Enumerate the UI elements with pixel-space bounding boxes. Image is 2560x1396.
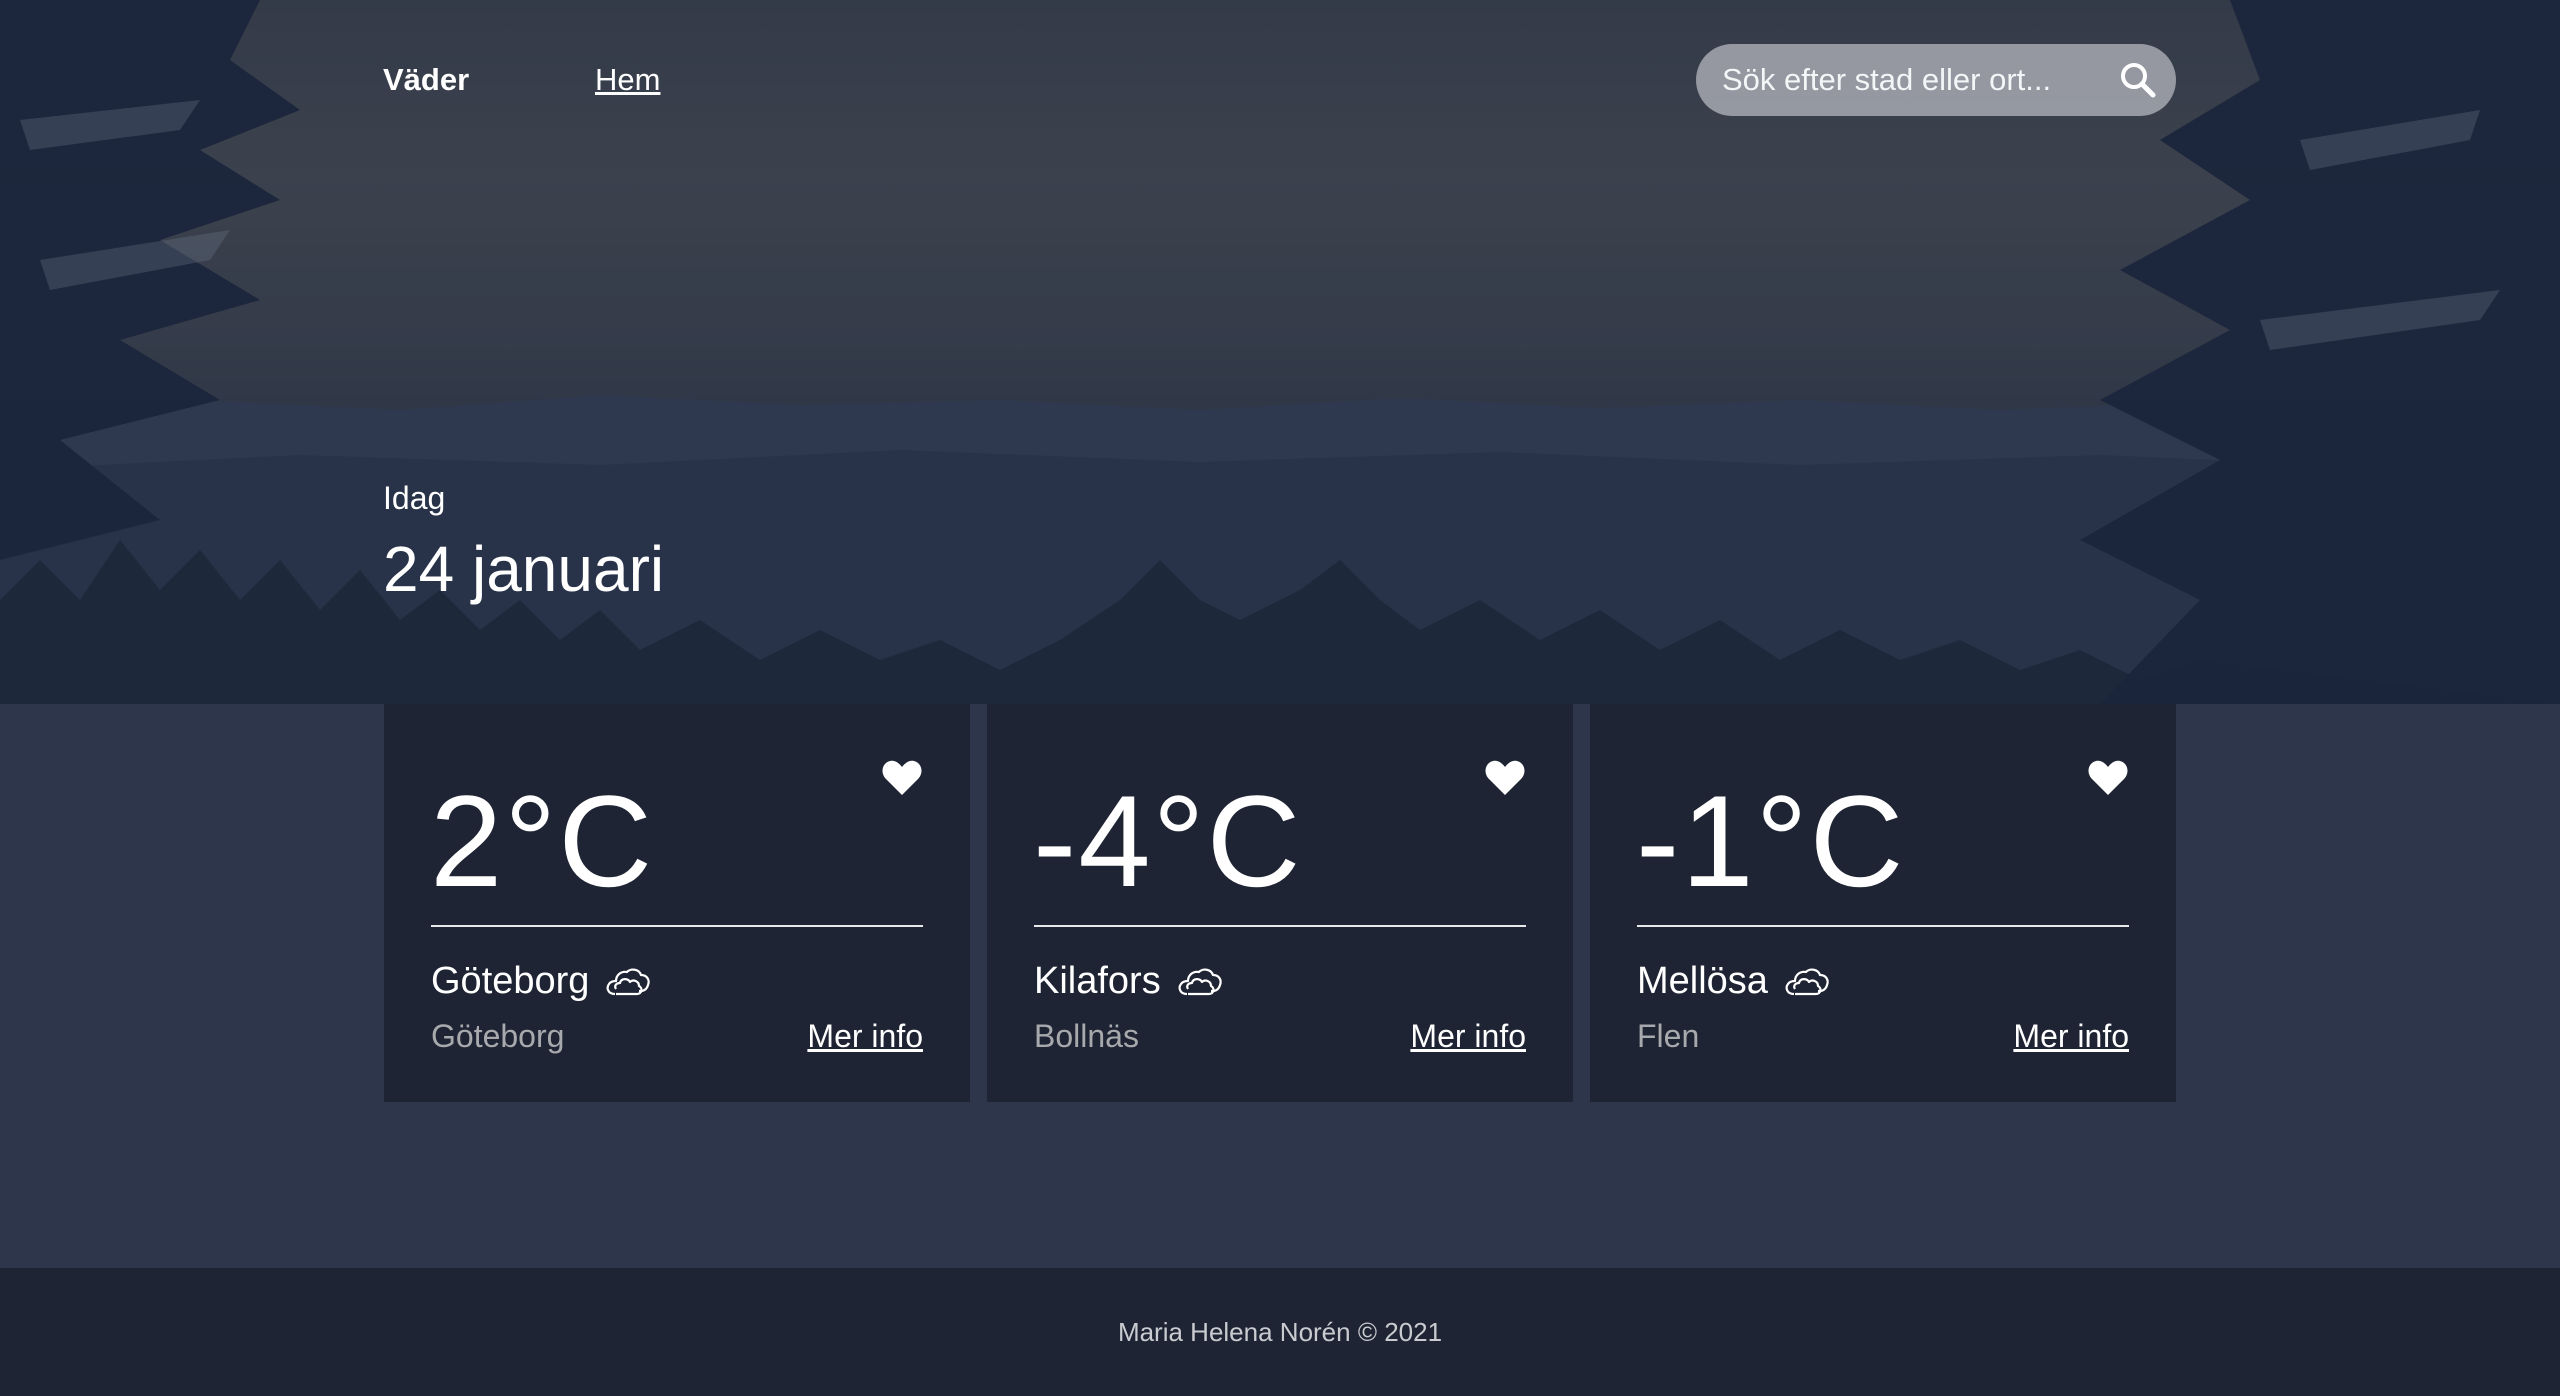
copyright-text: Maria Helena Norén © 2021 <box>1117 1316 1443 1347</box>
more-info-link[interactable]: Mer info <box>807 1018 923 1055</box>
nav-home-link[interactable]: Hem <box>595 62 660 98</box>
heart-icon <box>2088 760 2128 795</box>
hero-banner: Väder Hem Idag 24 januari <box>0 0 2560 704</box>
search-icon <box>2121 63 2156 98</box>
more-info-link[interactable]: Mer info <box>1410 1018 1526 1055</box>
city-label: Göteborg <box>431 960 590 1002</box>
favorite-button[interactable] <box>880 756 924 800</box>
weather-card: -1°C Mellösa Flen Mer info <box>1590 704 2176 1102</box>
today-date: 24 januari <box>383 533 665 605</box>
today-label: Idag <box>383 480 446 516</box>
city-name: Göteborg <box>431 960 651 1003</box>
card-divider <box>1637 925 2129 927</box>
city-name: Mellösa <box>1637 960 1830 1003</box>
temperature: -4°C <box>1033 768 1303 914</box>
favorite-button[interactable] <box>2086 756 2130 800</box>
card-divider <box>431 925 923 927</box>
footer: Maria Helena Norén © 2021 <box>0 1268 2560 1396</box>
search-button[interactable] <box>2116 58 2160 102</box>
more-info-link[interactable]: Mer info <box>2013 1018 2129 1055</box>
weather-card: 2°C Göteborg Göteborg Mer info <box>384 704 970 1102</box>
city-label: Mellösa <box>1637 960 1768 1002</box>
card-divider <box>1034 925 1526 927</box>
cloud-icon <box>607 968 651 995</box>
heart-icon <box>1485 760 1525 795</box>
cloud-icon <box>1785 968 1829 995</box>
search-bar <box>1696 44 2176 116</box>
weather-card: -4°C Kilafors Bollnäs Mer info <box>987 704 1573 1102</box>
cloud-icon <box>1178 968 1222 995</box>
heart-icon <box>882 760 922 795</box>
city-label: Kilafors <box>1034 960 1161 1002</box>
city-name: Kilafors <box>1034 960 1223 1003</box>
region-name: Bollnäs <box>1034 1018 1139 1054</box>
region-name: Flen <box>1637 1018 1700 1054</box>
search-input[interactable] <box>1722 56 2092 104</box>
region-name: Göteborg <box>431 1018 565 1054</box>
brand-logo[interactable]: Väder <box>383 62 469 98</box>
temperature: -1°C <box>1636 768 1906 914</box>
favorite-button[interactable] <box>1483 756 1527 800</box>
weather-cards: 2°C Göteborg Göteborg Mer info -4°C Kila… <box>384 704 2176 1102</box>
temperature: 2°C <box>430 768 655 914</box>
